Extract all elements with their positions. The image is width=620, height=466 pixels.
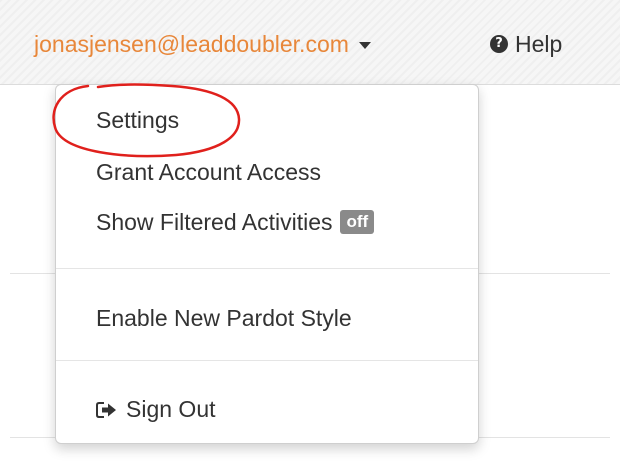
- help-label: Help: [515, 30, 563, 57]
- menu-item-label: Sign Out: [126, 396, 216, 422]
- user-email: jonasjensen@leaddoubler.com: [34, 31, 349, 57]
- sign-out-icon: [96, 402, 116, 418]
- menu-item-sign-out[interactable]: Sign Out: [96, 392, 216, 426]
- menu-item-label: Grant Account Access: [96, 159, 322, 185]
- menu-item-settings[interactable]: Settings: [96, 103, 179, 137]
- menu-item-show-filtered-activities[interactable]: Show Filtered Activities off: [96, 205, 375, 239]
- menu-item-label: Enable New Pardot Style: [96, 305, 352, 331]
- menu-divider: [56, 268, 478, 269]
- menu-item-enable-new-pardot-style[interactable]: Enable New Pardot Style: [96, 301, 352, 335]
- user-dropdown-menu: Settings Grant Account Access Show Filte…: [55, 84, 479, 444]
- caret-down-icon: [358, 41, 371, 49]
- filter-status-badge: off: [340, 210, 375, 234]
- menu-item-grant-account-access[interactable]: Grant Account Access: [96, 155, 321, 189]
- menu-item-label: Show Filtered Activities: [96, 209, 333, 235]
- menu-item-label: Settings: [96, 107, 180, 133]
- question-circle-icon: ?: [490, 35, 508, 53]
- user-menu-toggle[interactable]: jonasjensen@leaddoubler.com: [34, 26, 371, 62]
- help-link[interactable]: ? Help: [490, 26, 562, 62]
- menu-divider: [56, 360, 478, 361]
- top-header-bar: jonasjensen@leaddoubler.com ? Help: [0, 0, 620, 85]
